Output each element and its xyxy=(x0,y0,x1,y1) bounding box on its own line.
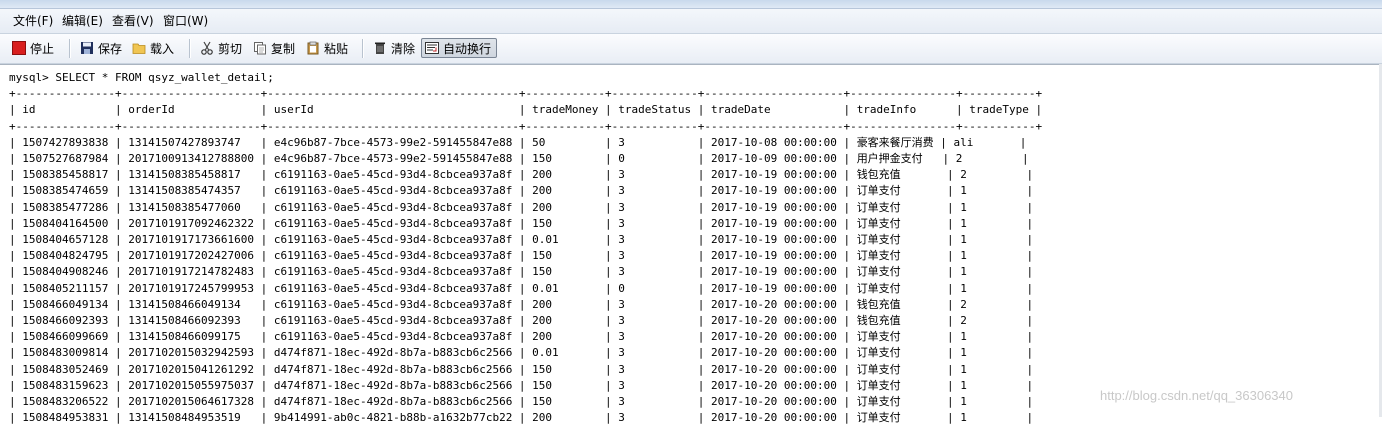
paste-label: 粘贴 xyxy=(324,41,349,56)
folder-icon xyxy=(132,41,146,55)
load-button[interactable]: 载入 xyxy=(129,38,177,58)
clipboard-icon xyxy=(306,41,320,55)
toolbar-separator xyxy=(362,39,364,58)
toolbar-separator xyxy=(69,39,71,58)
save-icon xyxy=(80,41,94,55)
auto-wrap-toggle[interactable]: 自动换行 xyxy=(421,38,497,58)
watermark: http://blog.csdn.net/qq_36306340 xyxy=(1100,388,1293,403)
auto-wrap-label: 自动换行 xyxy=(443,41,492,56)
paste-button[interactable]: 粘贴 xyxy=(303,38,351,58)
menu-file[interactable]: 文件(F) xyxy=(13,12,53,30)
stop-icon xyxy=(12,41,26,55)
query-result-text: mysql> SELECT * FROM qsyz_wallet_detail;… xyxy=(9,71,1043,425)
copy-label: 复制 xyxy=(271,41,296,56)
console-output[interactable]: mysql> SELECT * FROM qsyz_wallet_detail;… xyxy=(0,64,1382,424)
wrap-icon xyxy=(425,41,439,55)
stop-button[interactable]: 停止 xyxy=(9,38,57,58)
clear-label: 清除 xyxy=(391,41,416,56)
save-label: 保存 xyxy=(98,41,123,56)
clear-button[interactable]: 清除 xyxy=(370,38,418,58)
save-button[interactable]: 保存 xyxy=(77,38,125,58)
window-titlebar xyxy=(0,0,1382,9)
menu-edit[interactable]: 编辑(E) xyxy=(62,12,103,30)
toolbar-separator xyxy=(189,39,191,58)
scissors-icon xyxy=(200,41,214,55)
menu-view[interactable]: 查看(V) xyxy=(112,12,154,30)
cut-button[interactable]: 剪切 xyxy=(197,38,245,58)
menu-bar: 文件(F) 编辑(E) 查看(V) 窗口(W) xyxy=(0,9,1382,34)
trash-icon xyxy=(373,41,387,55)
load-label: 载入 xyxy=(150,41,175,56)
copy-icon xyxy=(253,41,267,55)
cut-label: 剪切 xyxy=(218,41,243,56)
copy-button[interactable]: 复制 xyxy=(250,38,298,58)
stop-label: 停止 xyxy=(30,41,55,56)
toolbar: 停止 保存 载入 剪切 复制 粘贴 清除 自动换行 xyxy=(0,34,1382,64)
menu-window[interactable]: 窗口(W) xyxy=(163,12,208,30)
